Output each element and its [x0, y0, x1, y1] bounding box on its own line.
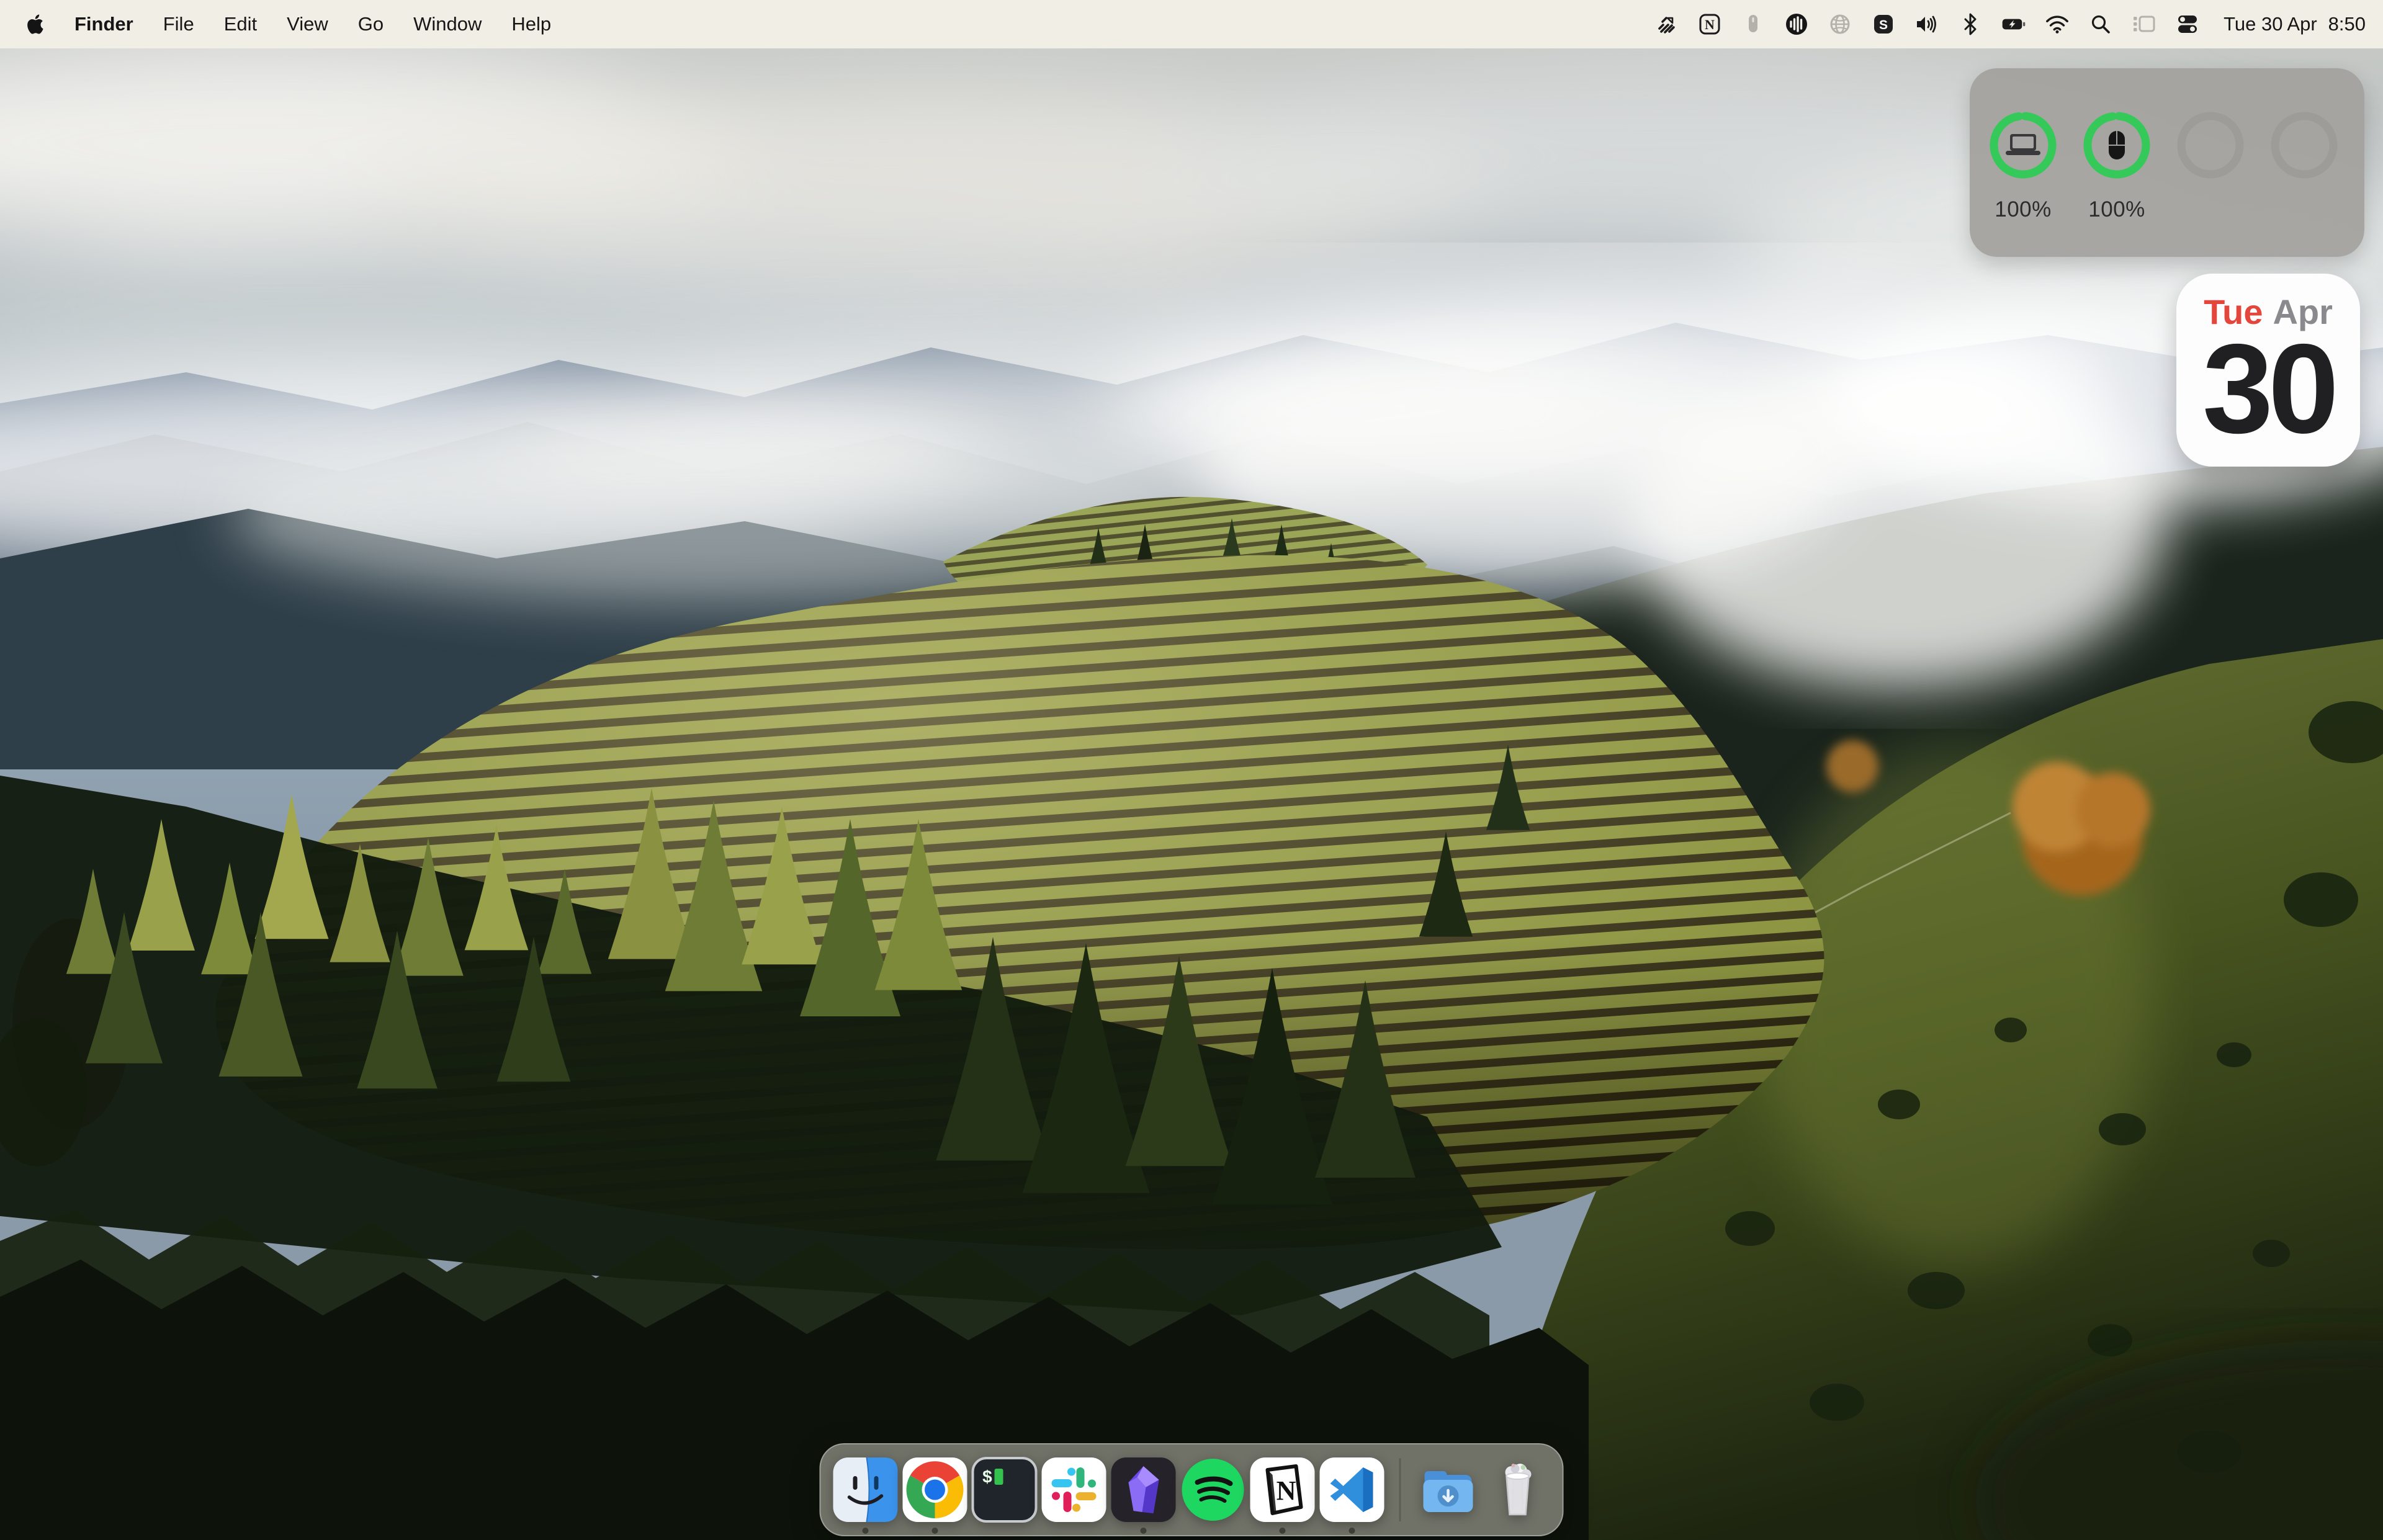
laptop-icon — [2006, 134, 2040, 155]
spotlight-search-icon[interactable] — [2088, 10, 2113, 38]
battery-widget[interactable]: 100% 100% — [1970, 68, 2364, 257]
wifi-icon[interactable] — [2045, 10, 2070, 38]
running-indicator — [1141, 1528, 1147, 1534]
dock-item-terminal[interactable]: $ — [971, 1456, 1038, 1523]
menu-item-go[interactable]: Go — [358, 13, 384, 35]
calendar-widget[interactable]: Tue Apr 30 — [2176, 274, 2360, 467]
bluetooth-icon[interactable] — [1958, 10, 1983, 38]
slack-icon — [1041, 1456, 1108, 1523]
mouse-icon — [2109, 131, 2125, 159]
notion-icon: N — [1249, 1456, 1316, 1523]
svg-text:N: N — [1705, 17, 1715, 32]
mouse-battery-icon[interactable] — [1741, 10, 1766, 38]
apple-menu[interactable] — [25, 12, 46, 37]
dock-item-notion[interactable]: N — [1249, 1456, 1316, 1523]
clock-date: Tue 30 Apr — [2224, 13, 2317, 35]
status-area: N — [1654, 10, 2383, 38]
running-indicator — [1280, 1528, 1286, 1534]
battery-ring-empty-2 — [2271, 112, 2338, 222]
svg-text:S: S — [1879, 18, 1888, 32]
battery-level-macbook: 100% — [1995, 197, 2052, 222]
menu-item-view[interactable]: View — [287, 13, 328, 35]
globe-icon[interactable] — [1828, 10, 1852, 38]
dock-item-finder[interactable] — [832, 1456, 899, 1523]
control-center-icon[interactable] — [2175, 10, 2200, 38]
menu-item-file[interactable]: File — [163, 13, 194, 35]
spotify-icon — [1180, 1456, 1247, 1523]
trash-full-icon — [1484, 1456, 1551, 1523]
dock-item-vscode[interactable] — [1319, 1456, 1386, 1523]
menu-item-finder[interactable]: Finder — [74, 13, 133, 35]
battery-charging-icon[interactable] — [2001, 10, 2026, 38]
vscode-icon — [1319, 1456, 1386, 1523]
dock-item-chrome[interactable] — [902, 1456, 969, 1523]
svg-text:N: N — [1277, 1475, 1296, 1506]
running-indicator — [1349, 1528, 1355, 1534]
terminal-icon: $ — [971, 1456, 1038, 1523]
app-menus: Finder File Edit View Go Window Help — [74, 13, 551, 35]
dock-item-obsidian[interactable] — [1110, 1456, 1177, 1523]
running-indicator — [932, 1528, 938, 1534]
obsidian-icon — [1110, 1456, 1177, 1523]
calendar-day: 30 — [2202, 331, 2334, 448]
notion-menu-icon[interactable]: N — [1697, 10, 1722, 38]
svg-text:$: $ — [982, 1469, 993, 1488]
menu-item-help[interactable]: Help — [511, 13, 551, 35]
striped-app-icon[interactable] — [1654, 10, 1679, 38]
dock-divider — [1399, 1458, 1401, 1521]
dock-item-slack[interactable] — [1041, 1456, 1108, 1523]
battery-ring-macbook: 100% — [1990, 112, 2057, 222]
menu-item-edit[interactable]: Edit — [224, 13, 257, 35]
clock-time: 8:50 — [2328, 13, 2366, 35]
battery-level-mouse: 100% — [2088, 197, 2145, 222]
menu-item-window[interactable]: Window — [413, 13, 482, 35]
dock-item-spotify[interactable] — [1180, 1456, 1247, 1523]
s-app-icon[interactable]: S — [1871, 10, 1896, 38]
audio-waveform-icon[interactable] — [1784, 10, 1809, 38]
dock-item-downloads[interactable] — [1415, 1456, 1482, 1523]
menu-bar: Finder File Edit View Go Window Help N — [0, 0, 2383, 48]
apple-logo-icon — [25, 12, 46, 37]
volume-icon[interactable] — [1914, 10, 1939, 38]
battery-ring-empty-1 — [2177, 112, 2244, 222]
menu-bar-clock[interactable]: Tue 30 Apr 8:50 — [2224, 13, 2366, 35]
running-indicator — [863, 1528, 869, 1534]
dock-item-trash[interactable] — [1484, 1456, 1551, 1523]
downloads-folder-icon — [1415, 1456, 1482, 1523]
chrome-icon — [902, 1456, 969, 1523]
finder-icon — [832, 1456, 899, 1523]
dock: $ — [820, 1443, 1564, 1536]
stage-manager-icon[interactable] — [2132, 10, 2156, 38]
battery-ring-mouse: 100% — [2083, 112, 2150, 222]
